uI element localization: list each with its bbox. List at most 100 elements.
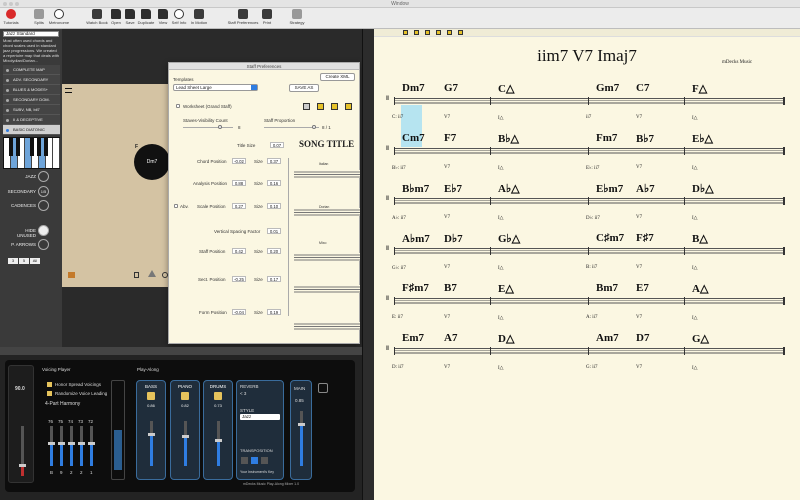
sect-position-value[interactable]: -0.25 — [232, 276, 246, 282]
menu-icon[interactable] — [65, 88, 72, 93]
voice-fader[interactable] — [48, 426, 55, 466]
main-fader[interactable] — [298, 411, 305, 466]
splits-button[interactable]: Splits — [28, 9, 50, 25]
chord-symbol[interactable]: G△ — [692, 332, 709, 345]
chord-symbol[interactable]: B♭△ — [498, 132, 519, 145]
piano-fader[interactable] — [182, 421, 189, 466]
drums-toggle[interactable] — [214, 392, 222, 400]
transpose-down-button[interactable] — [241, 457, 248, 464]
strategy-button[interactable]: Strategy — [286, 9, 308, 25]
form-position-value[interactable]: -0.04 — [232, 309, 246, 315]
worksheet-checkbox[interactable] — [176, 104, 180, 108]
piano-black-key[interactable] — [9, 138, 13, 156]
chord-symbol[interactable]: E♭△ — [692, 132, 713, 145]
form-size-value[interactable]: 0.19 — [267, 309, 281, 315]
sheet-tool-icon[interactable] — [425, 30, 430, 35]
chord-symbol[interactable]: Em7 — [402, 332, 424, 344]
sect-size-value[interactable]: 0.17 — [267, 276, 281, 282]
transpose-up-button[interactable] — [261, 457, 268, 464]
chord-symbol[interactable]: B7 — [444, 282, 457, 294]
record-button[interactable] — [318, 383, 328, 393]
jazz-toggle[interactable] — [38, 171, 49, 182]
lock-icon[interactable] — [134, 272, 139, 278]
scale-size-value[interactable]: 0.10 — [267, 203, 281, 209]
drums-fader[interactable] — [215, 421, 222, 466]
scale-position-value[interactable]: 0.27 — [232, 203, 246, 209]
vertical-spacing-value[interactable]: 0.01 — [267, 228, 281, 234]
chord-symbol[interactable]: C△ — [498, 82, 514, 95]
chord-style-icon[interactable] — [331, 103, 338, 110]
category-item[interactable]: COMPLETE MAP — [3, 65, 60, 75]
voice-fader[interactable] — [88, 426, 95, 466]
piano-keyboard[interactable] — [3, 137, 60, 169]
piano-white-key[interactable] — [53, 138, 60, 168]
circle-of-fifths-view[interactable]: Dm7 F — [62, 84, 172, 287]
tutorials-button[interactable]: Tutorials — [0, 9, 22, 25]
voice-fader[interactable] — [78, 426, 85, 466]
warning-icon[interactable] — [148, 270, 156, 277]
chord-symbol[interactable]: F7 — [444, 132, 456, 144]
steps-3-button[interactable]: 3 — [8, 258, 18, 264]
chord-symbol[interactable]: D♭7 — [444, 232, 463, 245]
bass-fader[interactable] — [148, 421, 155, 466]
cadences-toggle[interactable] — [38, 200, 49, 211]
hide-unused-toggle[interactable] — [38, 225, 49, 236]
chord-symbol[interactable]: E△ — [498, 282, 514, 295]
chord-size-value[interactable]: 0.37 — [267, 158, 281, 164]
chord-symbol[interactable]: C♯m7 — [596, 232, 624, 244]
self-info-button[interactable]: Self Info — [168, 9, 190, 25]
sheet-tool-icon[interactable] — [414, 30, 419, 35]
staff-proportion-slider[interactable] — [264, 125, 319, 129]
save-as-button[interactable]: SAVE AS — [289, 84, 319, 92]
abv-checkbox[interactable] — [174, 204, 178, 208]
steps-5-button[interactable]: 5 — [19, 258, 29, 264]
chord-position-value[interactable]: -0.02 — [232, 158, 246, 164]
zoom-window-button[interactable] — [15, 2, 19, 6]
piano-black-key[interactable] — [16, 138, 20, 156]
secondary-knob[interactable]: 1/5 — [38, 186, 49, 197]
steps-all-button[interactable]: All — [30, 258, 40, 264]
chord-symbol[interactable]: F△ — [692, 82, 707, 95]
chord-symbol[interactable]: A△ — [692, 282, 708, 295]
p-arrows-toggle[interactable] — [38, 239, 49, 250]
chord-symbol[interactable]: Fm7 — [596, 132, 617, 144]
chord-symbol[interactable]: G♭△ — [498, 232, 520, 245]
staff-style-icon[interactable] — [317, 103, 324, 110]
sheet-tool-icon[interactable] — [436, 30, 441, 35]
category-item-selected[interactable]: BASIC DIATONIC — [3, 125, 60, 135]
metronome-button[interactable]: Metronome — [48, 9, 70, 25]
chord-symbol[interactable]: Cm7 — [402, 132, 425, 144]
staff-size-value[interactable]: 0.20 — [267, 248, 281, 254]
print-button[interactable]: Print — [256, 9, 278, 25]
chord-symbol[interactable]: C7 — [636, 82, 649, 94]
voice-fader[interactable] — [58, 426, 65, 466]
sheet-tool-icon[interactable] — [447, 30, 452, 35]
chord-symbol[interactable]: F♯m7 — [402, 282, 429, 294]
close-window-button[interactable] — [3, 2, 7, 6]
analysis-position-value[interactable]: 0.88 — [232, 180, 246, 186]
staff-position-value[interactable]: 0.42 — [232, 248, 246, 254]
category-item[interactable]: ADV. SECONDARY — [3, 75, 60, 85]
chord-symbol[interactable]: B△ — [692, 232, 708, 245]
chord-symbol[interactable]: D△ — [498, 332, 514, 345]
analysis-size-value[interactable]: 0.16 — [267, 180, 281, 186]
style-select[interactable]: Jazz — [240, 414, 280, 420]
chord-symbol[interactable]: E♭m7 — [596, 182, 623, 195]
in-motion-button[interactable]: In Motion — [188, 9, 210, 25]
sheet-tool-icon[interactable] — [458, 30, 463, 35]
transpose-key-button[interactable] — [251, 457, 258, 464]
reverb-value[interactable]: < 3 — [240, 391, 246, 396]
chord-symbol[interactable]: A♭△ — [498, 182, 520, 195]
title-size-value[interactable]: 0.07 — [270, 142, 284, 148]
create-xml-button[interactable]: Create XML — [320, 73, 355, 81]
staff-preferences-button[interactable]: Staff Preferences — [226, 9, 260, 25]
staves-slider[interactable] — [183, 125, 233, 129]
chord-symbol[interactable]: Dm7 — [402, 82, 425, 94]
layout-icon[interactable] — [303, 103, 310, 110]
chord-symbol[interactable]: D7 — [636, 332, 649, 344]
chord-symbol[interactable]: F♯7 — [636, 232, 654, 244]
chord-symbol[interactable]: Bm7 — [596, 282, 618, 294]
piano-black-key[interactable] — [37, 138, 41, 156]
chord-symbol[interactable]: Gm7 — [596, 82, 619, 94]
chord-symbol[interactable]: E7 — [636, 282, 649, 294]
